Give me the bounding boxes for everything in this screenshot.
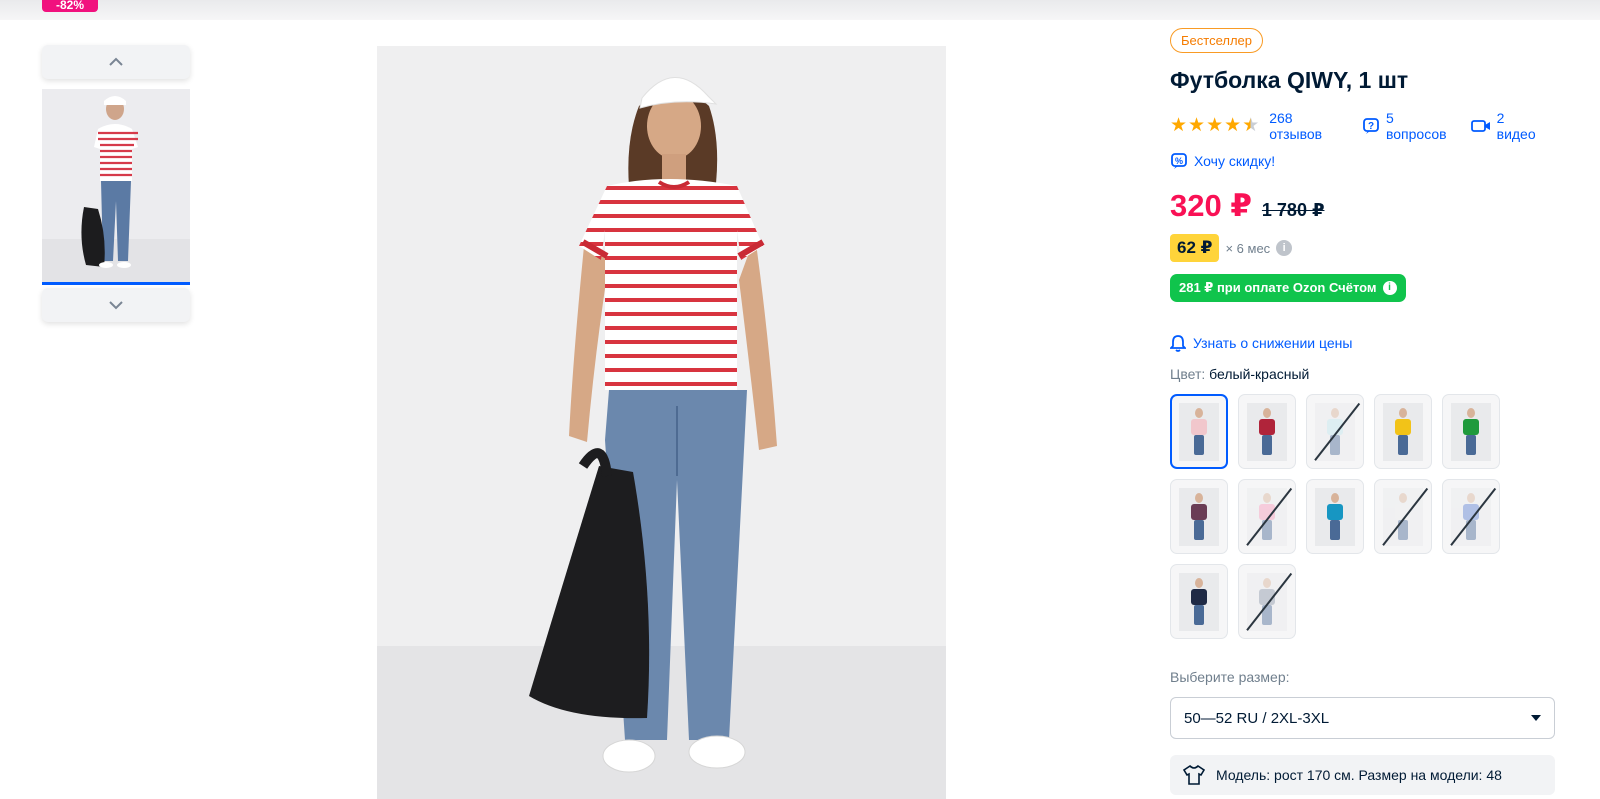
thumbnail-gallery: [42, 45, 190, 322]
chevron-down-icon: [109, 301, 123, 310]
color-swatch[interactable]: [1442, 394, 1500, 469]
product-meta: ★ ★ ★ ★ ★ 268 отзывов ? 5 вопросов 2 вид…: [1170, 110, 1560, 142]
color-swatch[interactable]: [1170, 479, 1228, 554]
discount-request-link[interactable]: % Хочу скидку!: [1170, 152, 1560, 170]
size-label: Выберите размер:: [1170, 669, 1290, 685]
discount-badge: -82%: [42, 0, 98, 12]
model-photo: [377, 46, 946, 799]
discount-tag-icon: %: [1170, 152, 1188, 170]
color-label: Цвет:: [1170, 366, 1206, 382]
star-icon: ★: [1206, 115, 1224, 136]
color-swatches: [1170, 394, 1560, 639]
star-icon: ★: [1188, 115, 1206, 136]
rating-stars[interactable]: ★ ★ ★ ★ ★: [1170, 115, 1260, 136]
info-icon[interactable]: i: [1276, 240, 1293, 256]
videos-link[interactable]: 2 видео: [1470, 110, 1546, 142]
discount-request-label: Хочу скидку!: [1194, 153, 1276, 169]
videos-label: 2 видео: [1496, 110, 1536, 142]
ozon-card-offer[interactable]: 281 ₽ при оплате Ozon Счётом i: [1170, 274, 1406, 302]
installment-block[interactable]: 62 ₽ × 6 мес i: [1170, 234, 1560, 262]
current-price: 320 ₽: [1170, 188, 1252, 223]
color-swatch[interactable]: [1238, 394, 1296, 469]
thumbnail-up-button[interactable]: [42, 45, 190, 79]
svg-text:%: %: [1175, 156, 1183, 166]
swatch-thumbnail: [1179, 402, 1219, 461]
color-swatch[interactable]: [1238, 564, 1296, 639]
swatch-thumbnail: [1179, 572, 1219, 631]
half-star-icon: ★: [1242, 115, 1260, 136]
color-line: Цвет: белый-красный: [1170, 366, 1560, 382]
star-icon: ★: [1224, 115, 1242, 136]
thumbnail-down-button[interactable]: [42, 288, 190, 322]
swatch-thumbnail: [1451, 487, 1491, 546]
swatch-thumbnail: [1247, 402, 1287, 461]
color-swatch[interactable]: [1374, 394, 1432, 469]
color-swatch[interactable]: [1170, 394, 1228, 469]
bell-icon: [1170, 334, 1186, 352]
svg-text:?: ?: [1368, 121, 1374, 132]
color-value: белый-красный: [1209, 366, 1310, 382]
swatch-thumbnail: [1451, 402, 1491, 461]
size-select-value: 50—52 RU / 2XL-3XL: [1184, 709, 1330, 727]
size-select[interactable]: 50—52 RU / 2XL-3XL: [1170, 697, 1555, 739]
swatch-thumbnail: [1247, 572, 1287, 631]
swatch-thumbnail: [1383, 487, 1423, 546]
info-icon: i: [1382, 281, 1397, 295]
color-swatch[interactable]: [1170, 564, 1228, 639]
bestseller-badge: Бестселлер: [1170, 28, 1263, 53]
questions-label: 5 вопросов: [1385, 110, 1447, 142]
price-block: 320 ₽ 1 780 ₽: [1170, 188, 1560, 224]
swatch-thumbnail: [1315, 402, 1355, 461]
ozon-card-offer-label: 281 ₽ при оплате Ozon Счётом: [1179, 280, 1377, 295]
color-swatch[interactable]: [1374, 479, 1432, 554]
color-swatch[interactable]: [1238, 479, 1296, 554]
price-drop-notify-label: Узнать о снижении цены: [1193, 335, 1353, 351]
video-camera-icon: [1470, 118, 1491, 134]
swatch-thumbnail: [1383, 402, 1423, 461]
question-bubble-icon: ?: [1362, 117, 1380, 135]
thumbnail-image[interactable]: [42, 89, 190, 285]
model-photo-thumbnail: [42, 89, 190, 282]
product-info-panel: Бестселлер Футболка QIWY, 1 шт ★ ★ ★ ★ ★…: [1170, 28, 1560, 795]
dropdown-arrow-icon: [1531, 715, 1541, 721]
installment-amount: 62 ₽: [1170, 234, 1220, 262]
reviews-link[interactable]: 268 отзывов: [1269, 110, 1348, 142]
model-info-text: Модель: рост 170 см. Размер на модели: 4…: [1216, 767, 1502, 783]
tshirt-icon: [1182, 764, 1206, 786]
top-bar: [0, 0, 1600, 20]
chevron-up-icon: [109, 57, 123, 66]
swatch-thumbnail: [1179, 487, 1219, 546]
main-product-image[interactable]: [377, 46, 946, 799]
color-swatch[interactable]: [1306, 394, 1364, 469]
star-icon: ★: [1170, 115, 1188, 136]
color-swatch[interactable]: [1442, 479, 1500, 554]
color-swatch[interactable]: [1306, 479, 1364, 554]
installment-term: × 6 мес: [1225, 240, 1271, 256]
swatch-thumbnail: [1247, 487, 1287, 546]
model-info-box: Модель: рост 170 см. Размер на модели: 4…: [1170, 755, 1555, 795]
swatch-thumbnail: [1315, 487, 1355, 546]
questions-link[interactable]: ? 5 вопросов: [1362, 110, 1457, 142]
product-title: Футболка QIWY, 1 шт: [1170, 67, 1409, 93]
old-price: 1 780 ₽: [1261, 200, 1325, 220]
price-drop-notify-link[interactable]: Узнать о снижении цены: [1170, 334, 1560, 352]
